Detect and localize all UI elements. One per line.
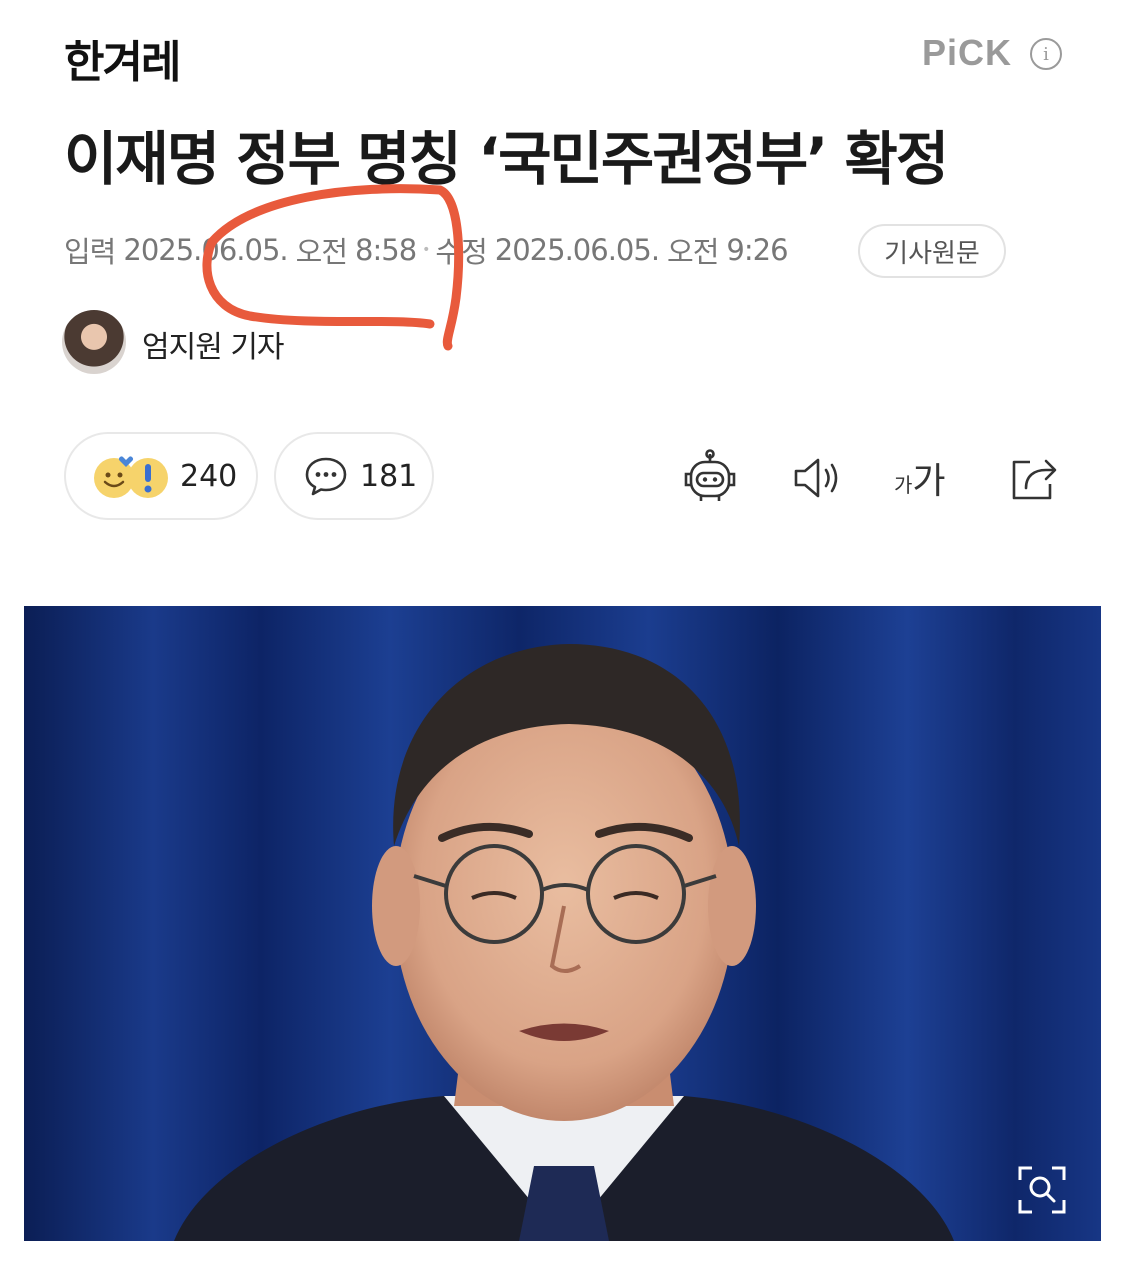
comment-count: 181 [360,458,418,494]
ai-summary-robot-icon[interactable] [680,448,740,508]
font-size-icon[interactable]: 가 가 [894,452,946,508]
input-date: 2025.06.05. [123,233,288,267]
edit-ampm: 오전 [667,235,719,269]
reaction-button[interactable]: 240 [64,432,258,520]
comment-icon [305,457,347,496]
separator-dot: • [422,242,430,258]
article-photo-illustration [24,606,1101,1241]
edit-label: 수정 [435,235,487,269]
article-headline: 이재명 정부 명칭 ‘국민주권정부’ 확정 [64,125,949,193]
input-time: 8:58 [355,233,417,267]
edit-date: 2025.06.05. [494,233,660,267]
article-meta: 입력 2025.06.05. 오전 8:58 • 수정 2025.06.05. … [64,230,789,270]
info-icon[interactable]: i [1030,38,1062,70]
author-name[interactable]: 엄지원 기자 [142,322,285,366]
font-size-large-label: 가 [912,461,946,502]
hankyoreh-logo[interactable]: 한겨레 [64,26,181,90]
font-size-small-label: 가 [894,473,913,497]
image-zoom-icon[interactable] [1014,1162,1070,1218]
text-to-speech-icon[interactable] [788,448,848,508]
comment-button[interactable]: 181 [274,432,434,520]
input-label: 입력 [64,235,116,269]
pick-label[interactable]: PiCK [922,32,1012,74]
edit-time: 9:26 [726,233,788,267]
share-icon[interactable] [1004,448,1064,508]
article-photo[interactable] [24,606,1101,1241]
author-avatar[interactable] [62,310,126,374]
reaction-count: 240 [180,458,238,494]
info-glyph: i [1043,43,1049,65]
input-ampm: 오전 [295,235,348,269]
reaction-icon [94,456,168,498]
original-article-button[interactable]: 기사원문 [858,224,1006,278]
